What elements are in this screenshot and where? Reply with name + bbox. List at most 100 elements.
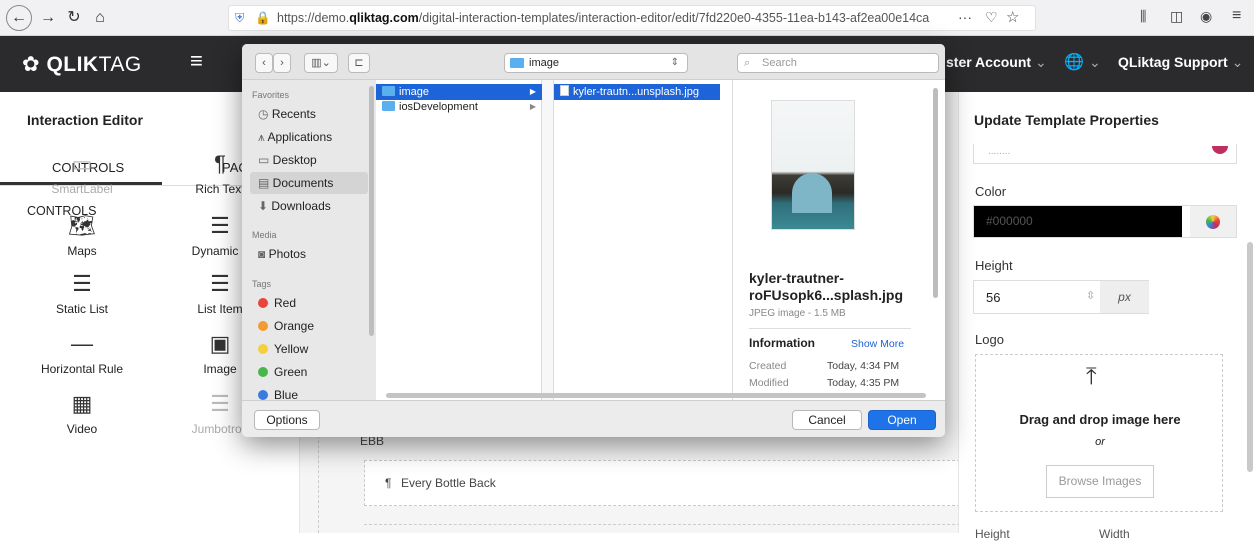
chevron-right-icon: ▶ [529,87,536,96]
previous-color-field[interactable]: ........ [973,144,1237,164]
list-item[interactable]: kyler-trautn...unsplash.jpg [554,84,720,100]
url-path: /digital-interaction-templates/interacti… [418,11,930,25]
globe-icon[interactable]: 🌐 [1064,52,1084,72]
logo-mark-icon: ✿ [22,53,47,76]
control-video[interactable]: ▦ Video [27,390,137,436]
url-bar[interactable]: ⛨ 🔒 https://demo.qliktag.com/digital-int… [228,5,1036,31]
properties-scrollbar[interactable] [1247,242,1253,472]
page-actions-icon[interactable]: ··· [958,9,972,25]
paragraph-icon: ¶ [385,476,392,490]
reload-icon[interactable]: ↻ [62,6,86,30]
tag-label: Orange [274,319,315,333]
modified-value: Today, 4:35 PM [827,377,900,389]
sidebar-item-downloads[interactable]: ⬇ Downloads [250,195,368,217]
updown-icon: ⇕ [670,57,679,68]
file-preview: kyler-trautner-roFUsopk6...splash.jpg JP… [733,80,945,400]
logo-dropzone[interactable]: ⤒ Drag and drop image here or Browse Ima… [975,354,1223,512]
desktop-icon: ▭ [258,153,273,167]
path-selector[interactable]: image ⇕ [504,53,688,73]
cancel-button[interactable]: Cancel [792,410,862,430]
properties-panel: Update Template Properties ........ Colo… [958,92,1254,541]
sidebar-icon[interactable]: ◫ [1170,8,1183,25]
sidebar-item-photos[interactable]: ◙ Photos [250,243,368,265]
list-item[interactable]: iosDevelopment ▶ [376,99,542,115]
created-value: Today, 4:34 PM [827,360,900,372]
control-static-list[interactable]: ☰ Static List [27,270,137,316]
tag-item-yellow[interactable]: Yellow [250,338,368,360]
panel-title: Interaction Editor [27,112,143,128]
account-menu[interactable]: ster Account ⌄ [946,54,1047,71]
width-label: Width [1099,527,1130,541]
sidebar-item-applications[interactable]: ⩚ Applications [250,126,368,148]
forward-chevron-icon[interactable]: › [273,53,291,73]
pocket-icon[interactable]: ♡ [985,9,998,26]
sidebar-scrollbar[interactable] [369,86,374,336]
color-value: #000000 [974,206,1182,237]
tag-item-orange[interactable]: Orange [250,315,368,337]
downloads-icon: ⬇ [258,199,272,213]
search-input[interactable]: ⌕ Search [737,53,939,73]
browse-images-button[interactable]: Browse Images [1046,465,1154,498]
sidebar-item-label: Downloads [271,199,331,213]
bookmark-star-icon[interactable]: ☆ [1006,8,1019,26]
back-chevron-icon[interactable]: ‹ [255,53,273,73]
tag-dot-icon [258,321,268,331]
control-horizontal-rule[interactable]: — Horizontal Rule [27,330,137,376]
horizontal-scrollbar[interactable] [386,393,926,398]
information-heading: Information [749,336,815,350]
logo-label: Logo [975,332,1004,347]
logo-light-text: TAG [98,53,142,76]
color-picker-button[interactable] [1190,206,1236,237]
tag-item-red[interactable]: Red [250,292,368,314]
color-wheel-icon [1212,146,1228,154]
control-label: SmartLabel [51,182,113,196]
folder-name: image [399,86,429,98]
tags-heading: Tags [252,279,272,289]
show-more-link[interactable]: Show More [851,338,904,350]
support-label: QLiktag Support [1118,54,1228,70]
list-item[interactable]: image ▶ [376,84,542,100]
options-button[interactable]: Options [254,410,320,430]
created-label: Created [749,360,787,372]
tag-dot-icon [258,390,268,400]
every-bottle-block[interactable]: ¶ Every Bottle Back [364,460,960,506]
chevron-down-icon[interactable]: ⌄ [1089,54,1101,71]
height-field[interactable]: 56 ⇳ px [973,280,1149,314]
tag-dot-icon [258,298,268,308]
home-icon[interactable]: ⌂ [88,6,112,30]
open-button[interactable]: Open [868,410,936,430]
account-label: ster Account [946,54,1032,70]
field-placeholder: ........ [988,146,1011,157]
view-mode-icon[interactable]: ▥⌄ [304,53,338,73]
forward-arrow-icon[interactable]: → [36,6,60,30]
control-smartlabel[interactable]: ▭ SmartLabel [27,150,137,196]
camera-icon: ◙ [258,247,269,261]
favorites-heading: Favorites [252,90,290,100]
control-maps[interactable]: 🗺 Maps [27,212,137,258]
chevron-down-icon: ⌄ [1231,54,1244,70]
stepper-icon[interactable]: ⇳ [1086,289,1095,302]
hamburger-icon[interactable]: ≡ [190,48,203,74]
sidebar-item-documents[interactable]: ▤ Documents [250,172,368,194]
back-arrow-icon[interactable]: ← [6,5,32,31]
url-prefix: https://demo. [277,11,350,25]
support-menu[interactable]: QLiktag Support ⌄ [1118,54,1243,71]
sidebar-item-recents[interactable]: ◷ Recents [250,103,368,125]
tag-label: Yellow [274,342,309,356]
tag-item-green[interactable]: Green [250,361,368,383]
height-unit: px [1100,281,1149,313]
library-icon[interactable]: ⫼ [1140,8,1146,25]
new-folder-icon[interactable]: ⊏ [348,53,370,73]
account-icon[interactable]: ◉ [1200,8,1212,25]
clock-icon: ◷ [258,107,272,121]
sidebar-item-label: Documents [272,176,334,190]
map-icon: 🗺 [68,213,96,238]
color-field[interactable]: #000000 [973,205,1237,238]
sidebar-item-desktop[interactable]: ▭ Desktop [250,149,368,171]
shield-icon: ⛨ [235,11,245,25]
menu-icon[interactable]: ≡ [1232,7,1241,25]
preview-scrollbar[interactable] [933,88,938,298]
qliktag-logo[interactable]: ✿ QLIKTAG [22,52,142,77]
height-value: 56 [986,290,1001,305]
properties-title: Update Template Properties [974,112,1159,128]
